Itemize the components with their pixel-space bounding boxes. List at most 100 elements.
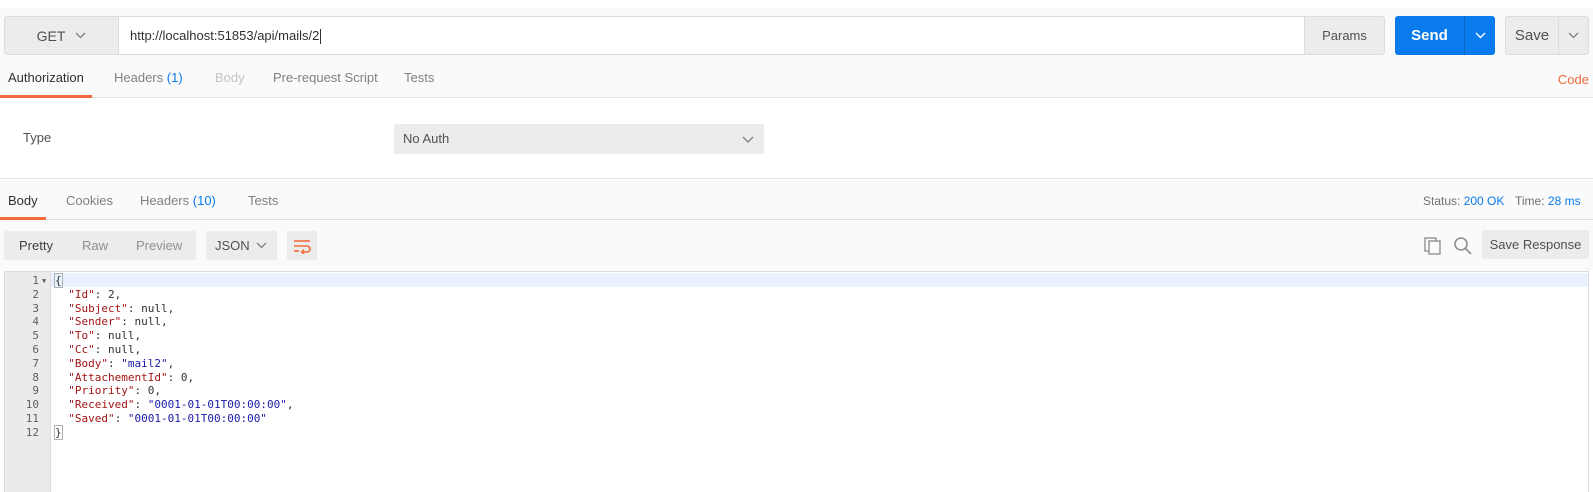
tab-label: Headers bbox=[114, 70, 164, 85]
line-number: 3 bbox=[32, 301, 39, 315]
line-number: 10 bbox=[25, 398, 39, 412]
chevron-down-icon bbox=[256, 242, 267, 249]
code-line: { bbox=[54, 273, 63, 288]
line-number: 4 bbox=[32, 315, 39, 329]
time-value[interactable]: 28 ms bbox=[1548, 194, 1581, 208]
response-time: Time: 28 ms bbox=[1515, 180, 1581, 222]
code-token: "Subject" bbox=[55, 301, 128, 315]
response-toolbar: Pretty Raw Preview JSON Save Response bbox=[0, 221, 1593, 271]
code-link[interactable]: Code bbox=[1558, 60, 1589, 100]
method-select[interactable]: GET bbox=[4, 16, 119, 55]
view-pretty-button[interactable]: Pretty bbox=[19, 231, 53, 260]
request-tabs: Authorization Headers (1) Body Pre-reque… bbox=[0, 60, 1593, 98]
time-label: Time: bbox=[1515, 194, 1545, 208]
line-number: 9 bbox=[32, 384, 39, 398]
url-input[interactable]: http://localhost:51853/api/mails/2 bbox=[119, 16, 1305, 55]
tab-pre-request-script[interactable]: Pre-request Script bbox=[273, 60, 378, 98]
code-line: } bbox=[54, 424, 63, 440]
code-token: , bbox=[167, 356, 175, 370]
wrap-lines-button[interactable] bbox=[287, 231, 317, 260]
tab-test-results[interactable]: Tests bbox=[248, 180, 278, 220]
tab-label: Pre-request Script bbox=[273, 70, 378, 85]
send-button[interactable]: Send bbox=[1395, 16, 1464, 55]
url-value: http://localhost:51853/api/mails/2 bbox=[130, 28, 320, 43]
response-body-editor[interactable]: 1 ▼{2 "Id": 2, 3 "Subject": null, 4 "Sender… bbox=[4, 271, 1589, 492]
authorization-panel: Type No Auth bbox=[0, 99, 1593, 179]
code-token: "0001-01-01T00:00:00" bbox=[127, 412, 267, 425]
tab-count: (1) bbox=[166, 70, 183, 85]
code-line: "Saved": "0001-01-01T00:00:00" bbox=[55, 412, 267, 426]
auth-type-value: No Auth bbox=[403, 131, 450, 146]
code-token: , bbox=[286, 398, 294, 412]
tab-label: Body bbox=[215, 70, 245, 85]
format-select[interactable]: JSON bbox=[206, 231, 277, 260]
auth-type-select[interactable]: No Auth bbox=[394, 124, 764, 154]
code-token: "0001-01-01T00:00:00" bbox=[147, 398, 287, 412]
code-token: : 0, bbox=[134, 384, 161, 398]
line-number: 6 bbox=[32, 343, 39, 356]
code-line: "Id": 2, bbox=[55, 288, 121, 302]
code-token: } bbox=[54, 424, 63, 440]
code-line: "To": null, bbox=[55, 329, 141, 343]
copy-icon[interactable] bbox=[1423, 236, 1443, 259]
text-cursor bbox=[320, 29, 322, 45]
chevron-down-icon bbox=[1475, 32, 1485, 39]
tab-cookies[interactable]: Cookies bbox=[66, 180, 113, 220]
code-token: "Received" bbox=[55, 398, 135, 412]
save-dropdown-button[interactable] bbox=[1558, 17, 1588, 54]
tab-label: Headers bbox=[140, 193, 190, 208]
view-raw-button[interactable]: Raw bbox=[82, 231, 108, 260]
code-token: : bbox=[107, 356, 122, 370]
code-token: "To" bbox=[55, 329, 95, 343]
status-value[interactable]: 200 OK bbox=[1464, 194, 1505, 208]
save-button[interactable]: Save bbox=[1506, 17, 1558, 54]
chevron-down-icon bbox=[1568, 32, 1579, 39]
code-token: : null, bbox=[127, 301, 175, 315]
method-label: GET bbox=[36, 27, 66, 44]
code-token: : 0, bbox=[167, 370, 195, 384]
tab-headers[interactable]: Headers (1) bbox=[114, 60, 183, 98]
code-token: : bbox=[134, 398, 148, 412]
wrap-lines-icon bbox=[294, 239, 311, 254]
response-tabs: Body Cookies Headers (10) Tests Status: … bbox=[0, 180, 1593, 220]
chevron-down-icon bbox=[75, 32, 86, 39]
view-preview-button[interactable]: Preview bbox=[136, 231, 182, 260]
auth-type-label: Type bbox=[23, 130, 52, 145]
tab-tests[interactable]: Tests bbox=[404, 60, 434, 98]
tab-label: Cookies bbox=[66, 193, 113, 208]
code-line: "AttachementId": 0, bbox=[55, 371, 194, 385]
tab-authorization[interactable]: Authorization bbox=[0, 60, 92, 98]
tab-response-body[interactable]: Body bbox=[0, 180, 46, 220]
code-token: : null, bbox=[94, 343, 142, 356]
tab-response-headers[interactable]: Headers (10) bbox=[140, 180, 216, 220]
code-token: "AttachementId" bbox=[55, 370, 168, 384]
line-number: 12 bbox=[25, 425, 39, 439]
code-token: : null, bbox=[94, 329, 142, 343]
format-value: JSON bbox=[215, 238, 250, 253]
save-response-button[interactable]: Save Response bbox=[1482, 230, 1589, 259]
code-token: "Sender" bbox=[55, 315, 122, 329]
tab-body[interactable]: Body bbox=[215, 60, 245, 98]
code-line: "Priority": 0, bbox=[55, 384, 161, 398]
status-label: Status: bbox=[1423, 194, 1461, 208]
code-token: "Id" bbox=[55, 287, 95, 301]
code-token: : 2, bbox=[94, 287, 122, 301]
save-button-group: Save bbox=[1505, 16, 1589, 55]
fold-toggle-icon[interactable]: ▼ bbox=[42, 274, 46, 288]
chevron-down-icon bbox=[742, 124, 754, 154]
code-token: "mail2" bbox=[121, 356, 168, 370]
code-token: "Body" bbox=[55, 356, 108, 370]
tab-label: Authorization bbox=[8, 70, 84, 85]
code-line: "Sender": null, bbox=[55, 315, 167, 329]
line-number: 2 bbox=[32, 287, 39, 301]
params-button[interactable]: Params bbox=[1304, 16, 1385, 55]
send-dropdown-button[interactable] bbox=[1464, 16, 1495, 55]
code-token: "Cc" bbox=[55, 343, 95, 356]
code-line: "Body": "mail2", bbox=[55, 357, 174, 371]
tab-label: Body bbox=[8, 193, 38, 208]
code-line: "Cc": null, bbox=[55, 343, 141, 357]
search-icon[interactable] bbox=[1453, 236, 1473, 259]
line-number: 8 bbox=[32, 370, 39, 384]
line-number: 1 bbox=[32, 274, 39, 287]
tab-label: Tests bbox=[404, 70, 435, 85]
